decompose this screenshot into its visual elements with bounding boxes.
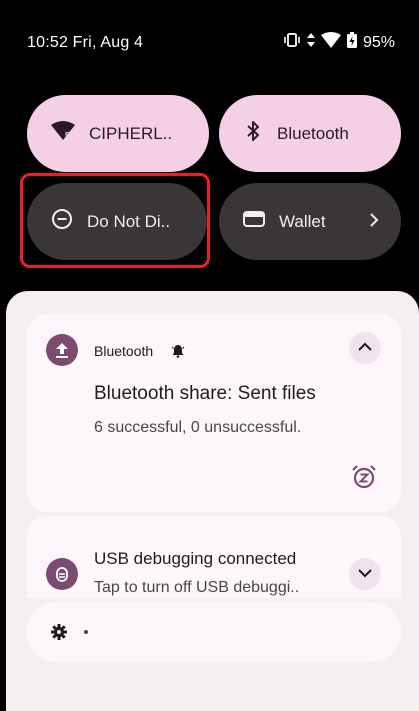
bluetooth-icon	[243, 120, 263, 147]
chevron-right-icon	[369, 212, 379, 233]
wifi-icon: 5	[51, 121, 75, 146]
snooze-icon[interactable]	[351, 464, 377, 495]
wifi-icon	[320, 32, 341, 53]
notification-text: 6 successful, 0 unsuccessful.	[94, 419, 302, 436]
highlight-box	[20, 173, 210, 268]
notification-text: Tap to turn off USB debuggi..	[94, 579, 300, 596]
tile-wifi[interactable]: 5 CIPHERL..	[27, 95, 209, 172]
bluetooth-notification[interactable]: Bluetooth Bluetooth share: Sent files 6 …	[27, 314, 401, 512]
notification-title: USB debugging connected	[94, 549, 297, 568]
status-bar: 10:52 Fri, Aug 4 95%	[0, 0, 419, 80]
silent-notifications-footer[interactable]	[27, 602, 401, 662]
collapse-button[interactable]	[349, 332, 381, 364]
vibrate-icon	[283, 33, 301, 52]
settings-gear-icon[interactable]	[50, 623, 68, 646]
chevron-down-icon	[358, 565, 372, 583]
dot-indicator	[84, 630, 88, 634]
status-icons: 95%	[283, 32, 395, 53]
data-arrows-icon	[306, 33, 315, 52]
expand-button[interactable]	[349, 558, 381, 590]
wallet-icon	[243, 210, 265, 233]
battery-icon	[346, 32, 357, 53]
tile-label: CIPHERL..	[89, 123, 173, 143]
alert-bell-icon	[171, 344, 185, 363]
notification-title: Bluetooth share: Sent files	[94, 383, 316, 404]
tile-label: Wallet	[279, 211, 326, 231]
usb-debugging-notification[interactable]: USB debugging connected Tap to turn off …	[27, 516, 401, 598]
tile-bluetooth[interactable]: Bluetooth	[219, 95, 401, 172]
chevron-up-icon	[358, 339, 372, 357]
svg-text:5: 5	[65, 131, 70, 140]
tile-wallet[interactable]: Wallet	[219, 183, 401, 260]
notification-app-name: Bluetooth	[94, 343, 154, 359]
status-time: 10:52 Fri, Aug 4	[27, 34, 144, 51]
tile-label: Bluetooth	[277, 123, 349, 143]
upload-icon	[46, 334, 78, 366]
battery-percent: 95%	[362, 33, 395, 51]
debug-icon	[46, 558, 78, 590]
